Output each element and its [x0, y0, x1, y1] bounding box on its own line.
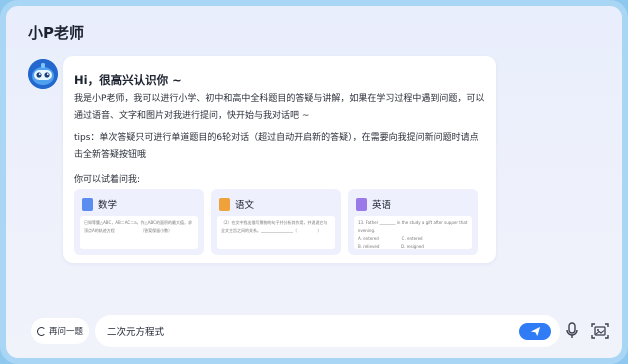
- question-input[interactable]: [107, 323, 507, 339]
- sample-question-preview: 已知等腰△ABC，AB＝AC＝a，作△ABC的面积的最大值，求顶点A的轨迹方程 …: [80, 216, 198, 249]
- app-window: 小P老师 Hi，很高兴认识你 ~ 我是小P老师，我可以进行小学、初中和高中全科题…: [0, 0, 628, 364]
- sample-question-chinese[interactable]: 语文 （2）在文中找出描写景物的句子并分析其作用，并说说它与全文主旨之间的关系。…: [211, 189, 341, 255]
- question-input-container: [95, 315, 560, 347]
- try-asking-label: 你可以试着问我:: [74, 175, 141, 185]
- image-upload-icon: [591, 323, 609, 339]
- tips-text: tips：单次答疑只可进行单道题目的6轮对话（超过自动开启新的答疑），在需要向我…: [74, 133, 479, 160]
- chinese-book-icon: [219, 197, 230, 211]
- send-icon: [530, 326, 540, 337]
- input-bar: 再问一题: [6, 312, 622, 352]
- sample-question-preview: 13. Father ________ in the study a gift …: [354, 216, 472, 249]
- image-upload-button[interactable]: [591, 323, 609, 339]
- send-button[interactable]: [519, 323, 551, 340]
- refresh-icon: [36, 326, 46, 336]
- greeting-text: Hi，很高兴认识你 ~: [74, 73, 182, 87]
- ask-again-button[interactable]: 再问一题: [31, 318, 89, 344]
- app-title: 小P老师: [28, 24, 84, 42]
- sample-subject-label: 语文: [235, 200, 255, 211]
- sample-question-preview: （2）在文中找出描写景物的句子并分析其作用，并说说它与全文主旨之间的关系。___…: [217, 216, 335, 249]
- intro-text: 我是小P老师，我可以进行小学、初中和高中全科题目的答疑与讲解，如果在学习过程中遇…: [74, 94, 485, 121]
- sample-question-english[interactable]: 英语 13. Father ________ in the study a gi…: [348, 189, 478, 255]
- math-book-icon: [82, 197, 93, 211]
- ask-again-label: 再问一题: [48, 326, 83, 336]
- sample-question-math[interactable]: 数学 已知等腰△ABC，AB＝AC＝a，作△ABC的面积的最大值，求顶点A的轨迹…: [74, 189, 204, 255]
- sample-subject-label: 英语: [372, 200, 392, 211]
- robot-avatar-icon: [28, 59, 58, 89]
- microphone-icon: [566, 322, 578, 338]
- microphone-button[interactable]: [564, 322, 580, 340]
- english-book-icon: [356, 197, 367, 211]
- assistant-welcome-message: Hi，很高兴认识你 ~ 我是小P老师，我可以进行小学、初中和高中全科题目的答疑与…: [63, 56, 496, 263]
- sample-subject-label: 数学: [98, 200, 118, 211]
